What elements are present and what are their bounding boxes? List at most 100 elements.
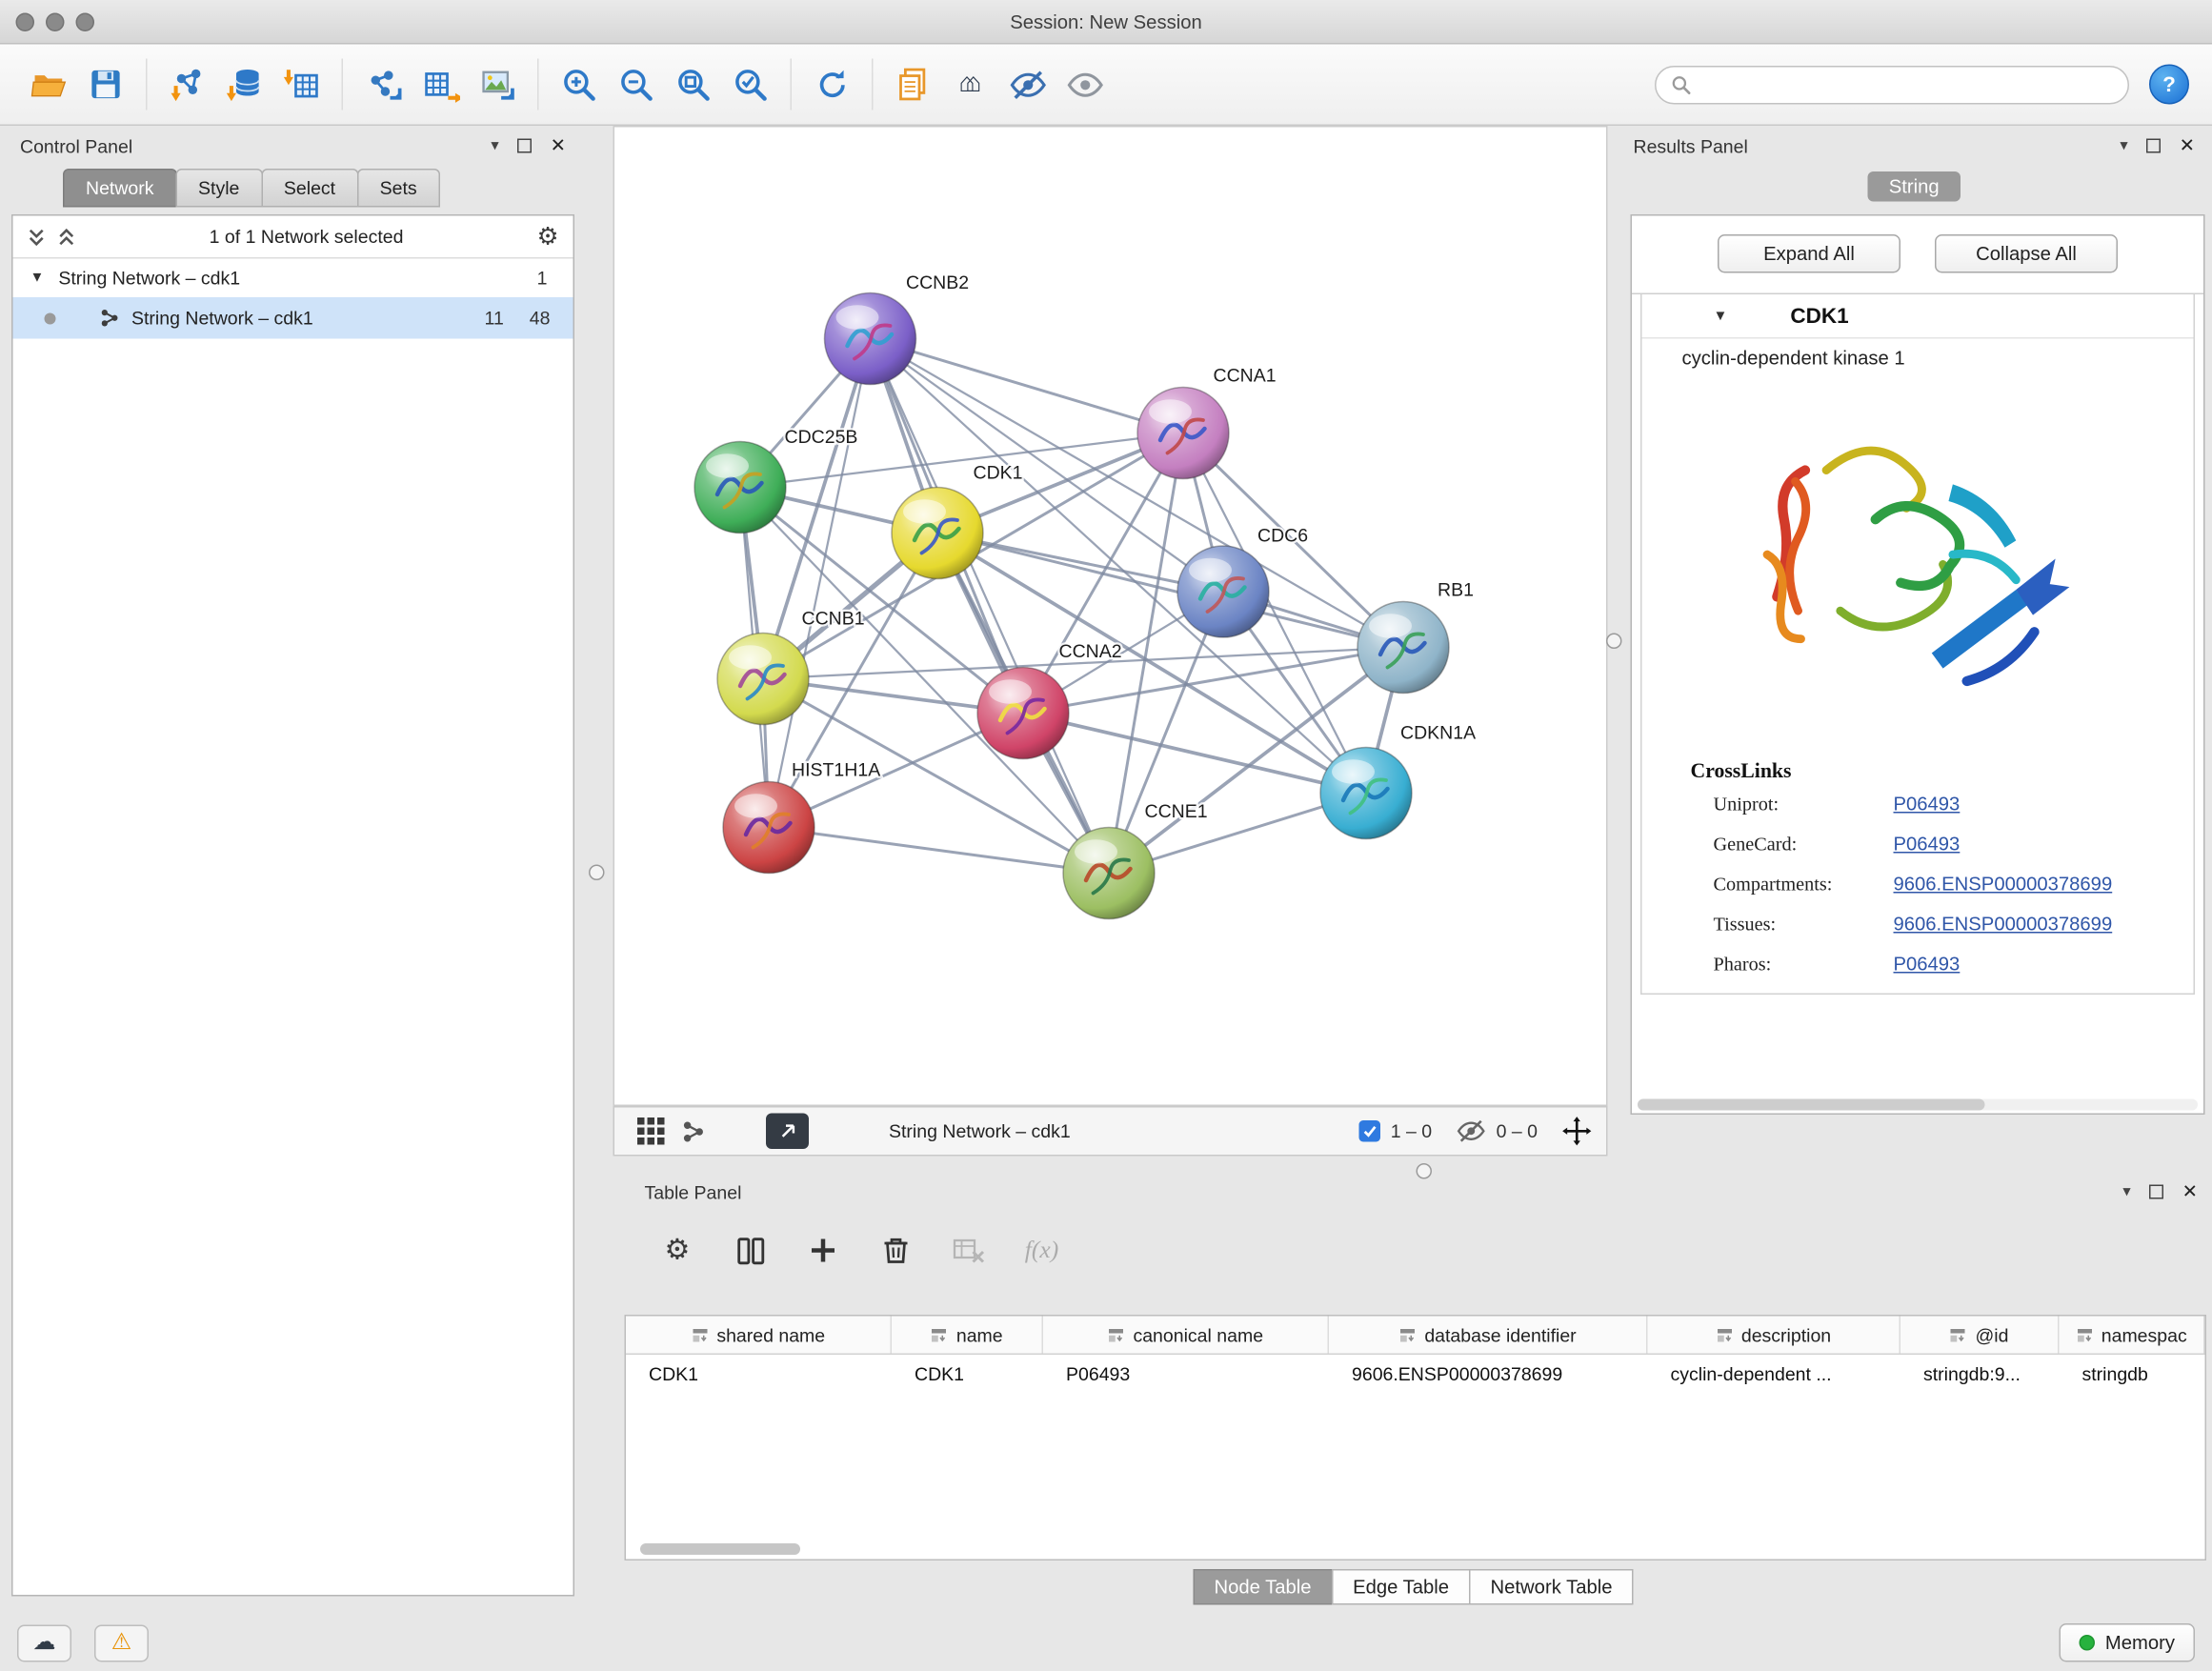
copy-style-button[interactable] [885,53,942,116]
crosslink-value-link[interactable]: 9606.ENSP00000378699 [1894,914,2113,936]
network-node-CCNB2[interactable] [825,293,916,385]
zoom-in-button[interactable] [551,53,608,116]
network-collection-row[interactable]: ▼ String Network – cdk1 1 [13,259,573,298]
import-network-button[interactable] [159,53,216,116]
tab-edge-table[interactable]: Edge Table [1332,1569,1471,1605]
panel-maximize-icon[interactable] [2146,139,2161,153]
crosslink-value-link[interactable]: P06493 [1894,834,1961,856]
splitter-handle[interactable] [1606,634,1622,650]
string-tab-badge[interactable]: String [1867,171,1961,202]
table-horizontal-scrollbar[interactable] [640,1543,800,1555]
pan-crosshair-icon[interactable] [1562,1117,1593,1147]
crosslink-value-link[interactable]: P06493 [1894,954,1961,976]
open-session-button[interactable] [20,53,77,116]
expand-all-chevrons-icon[interactable] [28,227,47,247]
zoom-out-button[interactable] [608,53,665,116]
collapse-all-chevrons-icon[interactable] [57,227,76,247]
table-cell[interactable]: stringdb:9... [1900,1355,2060,1392]
network-edge[interactable] [769,828,1109,874]
column-header-database-identifier[interactable]: database identifier [1329,1317,1648,1354]
clear-table-button-disabled[interactable] [948,1229,991,1272]
home-view-button[interactable]: ⌂⌂ [942,53,999,116]
column-sort-icon[interactable] [931,1327,948,1343]
delete-column-button[interactable] [875,1229,917,1272]
splitter-handle[interactable] [589,865,605,881]
table-cell[interactable]: stringdb [2060,1355,2205,1392]
network-edge[interactable] [1023,714,1366,794]
network-node-CDK1[interactable] [892,488,983,579]
collapse-triangle-icon[interactable]: ▼ [30,271,45,287]
hide-selected-button[interactable] [999,53,1056,116]
birdseye-view-button[interactable] [766,1114,809,1150]
tab-network-table[interactable]: Network Table [1469,1569,1634,1605]
gear-icon[interactable]: ⚙ [537,225,559,250]
panel-float-icon[interactable]: ▾ [491,138,498,154]
panel-close-icon[interactable]: ✕ [2182,1180,2198,1203]
column-sort-icon[interactable] [1107,1327,1124,1343]
export-network-button[interactable] [354,53,412,116]
memory-button[interactable]: Memory [2060,1623,2195,1662]
column-header-description[interactable]: description [1648,1317,1901,1354]
add-column-button[interactable] [802,1229,845,1272]
network-node-RB1[interactable] [1357,602,1449,694]
network-edge[interactable] [871,339,1110,874]
network-overview-button[interactable] [672,1110,714,1153]
function-builder-button-disabled[interactable]: f(x) [1020,1229,1063,1272]
table-row[interactable]: CDK1CDK1P064939606.ENSP00000378699cyclin… [626,1355,2205,1392]
panel-float-icon[interactable]: ▾ [2122,1184,2130,1200]
import-table-button[interactable] [273,53,331,116]
table-cell[interactable]: CDK1 [626,1355,892,1392]
collapse-triangle-icon[interactable]: ▼ [1714,308,1728,324]
panel-maximize-icon[interactable] [2149,1185,2163,1199]
column-header--id[interactable]: @id [1900,1317,2060,1354]
collapse-all-button[interactable]: Collapse All [1935,234,2118,273]
close-window-button[interactable] [16,13,35,32]
panel-float-icon[interactable]: ▾ [2120,138,2127,154]
column-sort-icon[interactable] [1716,1327,1733,1343]
apply-layout-button[interactable] [803,53,860,116]
network-node-CDC6[interactable] [1177,546,1269,637]
import-database-button[interactable] [216,53,273,116]
gene-section-header[interactable]: ▼ CDK1 [1642,294,2194,339]
column-sort-icon[interactable] [1949,1327,1966,1343]
network-node-CDKN1A[interactable] [1320,748,1412,839]
panel-close-icon[interactable]: ✕ [2180,134,2195,157]
network-node-CDC25B[interactable] [694,442,786,534]
tab-node-table[interactable]: Node Table [1193,1569,1333,1605]
table-settings-button[interactable]: ⚙ [656,1229,699,1272]
export-table-button[interactable] [412,53,469,116]
network-node-CCNB1[interactable] [717,634,809,725]
network-edge[interactable] [769,339,871,828]
maximize-window-button[interactable] [76,13,95,32]
cloud-status-button[interactable]: ☁ [17,1624,71,1661]
help-button[interactable]: ? [2149,65,2189,105]
zoom-fit-button[interactable] [665,53,722,116]
network-edge[interactable] [871,339,1184,433]
panel-close-icon[interactable]: ✕ [551,134,566,157]
column-header-canonical-name[interactable]: canonical name [1043,1317,1329,1354]
selected-checkbox-icon[interactable] [1359,1120,1381,1142]
network-graph[interactable]: CCNB2CCNA1CDC25BCDK1CDC6RB1CCNB1CCNA2CDK… [614,128,1606,1105]
crosslink-value-link[interactable]: P06493 [1894,794,1961,816]
crosslink-value-link[interactable]: 9606.ENSP00000378699 [1894,874,2113,896]
table-cell[interactable]: 9606.ENSP00000378699 [1329,1355,1648,1392]
show-all-button[interactable] [1056,53,1114,116]
column-header-namespac[interactable]: namespac [2060,1317,2205,1354]
table-cell[interactable]: P06493 [1043,1355,1329,1392]
save-session-button[interactable] [77,53,134,116]
table-cell[interactable]: cyclin-dependent ... [1648,1355,1901,1392]
panel-maximize-icon[interactable] [517,139,532,153]
splitter-handle[interactable] [1417,1163,1433,1179]
network-edge[interactable] [937,534,1403,648]
network-node-CCNE1[interactable] [1063,828,1155,919]
table-cell[interactable]: CDK1 [892,1355,1043,1392]
network-row-selected[interactable]: String Network – cdk1 11 48 [13,297,573,339]
column-sort-icon[interactable] [691,1327,708,1343]
tab-select[interactable]: Select [261,169,358,208]
expand-all-button[interactable]: Expand All [1718,234,1900,273]
grid-view-button[interactable] [629,1110,672,1153]
column-sort-icon[interactable] [1398,1327,1416,1343]
tab-style[interactable]: Style [175,169,262,208]
column-sort-icon[interactable] [2076,1327,2093,1343]
warnings-button[interactable]: ⚠ [94,1624,149,1661]
